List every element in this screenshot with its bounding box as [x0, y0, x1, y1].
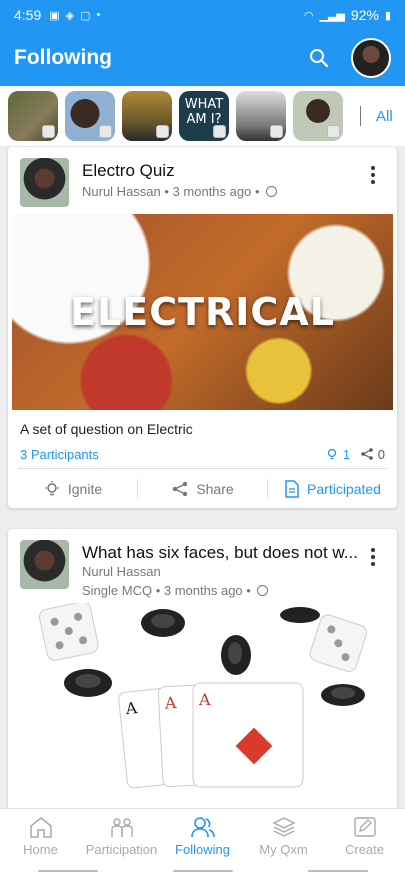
post-card[interactable]: Electro Quiz Nurul Hassan • 3 months ago…: [8, 147, 397, 508]
post-image-text: ELECTRICAL: [70, 290, 335, 334]
post-time: 3 months ago: [172, 184, 252, 199]
post-type: Single MCQ: [82, 583, 153, 598]
notification-icon: ◈: [65, 9, 75, 22]
profile-avatar[interactable]: [351, 38, 391, 78]
post-title[interactable]: What has six faces, but does not w...: [82, 543, 358, 563]
battery-icon: ▮: [384, 9, 391, 22]
story-thumbnail[interactable]: [236, 91, 286, 141]
search-button[interactable]: [305, 44, 333, 72]
checkbox-icon: [327, 125, 340, 138]
story-thumbnail[interactable]: [122, 91, 172, 141]
post-description: A set of question on Electric: [20, 421, 193, 437]
edit-icon: [353, 817, 376, 837]
nav-label: Following: [175, 842, 230, 857]
author-avatar[interactable]: [20, 158, 69, 207]
participated-label: Participated: [307, 480, 381, 497]
story-thumbnail[interactable]: [8, 91, 58, 141]
layers-icon: [271, 817, 296, 837]
svg-text:A: A: [198, 690, 211, 709]
globe-icon: [266, 186, 278, 197]
more-options-button[interactable]: [363, 163, 383, 187]
nav-label: My Qxm: [259, 842, 308, 857]
status-time: 4:59: [14, 7, 42, 23]
system-nav-bar: [0, 864, 405, 878]
divider: [360, 106, 361, 126]
ignite-label: Ignite: [67, 480, 103, 497]
share-label: Share: [196, 480, 234, 497]
story-thumbnail[interactable]: [65, 91, 115, 141]
nav-label: Create: [344, 842, 385, 857]
app-bar: Following: [0, 30, 405, 86]
wifi-icon: ◠: [303, 9, 314, 22]
post-meta: Nurul Hassan • 3 months ago •: [82, 184, 278, 199]
nav-label: Participation: [85, 842, 158, 857]
post-author[interactable]: Nurul Hassan: [82, 184, 161, 199]
bottom-nav: Home Participation Following My Qxm Crea…: [0, 808, 405, 864]
ignite-button[interactable]: Ignite: [8, 480, 137, 498]
more-options-button[interactable]: [363, 545, 383, 569]
gallery-icon: ▣: [49, 9, 60, 22]
signal-icon: ▁▃▅: [319, 9, 345, 22]
nav-following[interactable]: Following: [162, 809, 243, 864]
post-title[interactable]: Electro Quiz: [82, 161, 175, 181]
post-time: 3 months ago: [163, 583, 243, 598]
share-icon: [173, 481, 188, 496]
checkbox-icon: [42, 125, 55, 138]
svg-text:A: A: [124, 698, 139, 718]
post-actions: Ignite Share Participated: [8, 469, 397, 508]
story-text: WHAT AM I?: [184, 97, 224, 127]
app-notification-icon: ▢: [80, 9, 91, 22]
all-stories-link[interactable]: All: [376, 108, 393, 125]
share-count: 0: [377, 447, 385, 462]
page-title: Following: [14, 46, 112, 69]
checkbox-icon: [270, 125, 283, 138]
battery-percent: 92%: [350, 7, 379, 23]
checkbox-icon: [213, 125, 226, 138]
post-image[interactable]: A A A: [8, 601, 397, 819]
checkbox-icon: [99, 125, 112, 138]
participants-link[interactable]: 3 Participants: [20, 447, 99, 462]
dice-cards-illustration: A A A: [38, 601, 368, 789]
bulb-icon: [44, 480, 59, 495]
document-icon: [285, 479, 299, 498]
post-header: Electro Quiz Nurul Hassan • 3 months ago…: [8, 147, 397, 213]
nav-create[interactable]: Create: [324, 809, 405, 864]
nav-label: Home: [23, 842, 58, 857]
participated-button[interactable]: Participated: [268, 479, 397, 498]
following-icon: [190, 817, 215, 838]
share-button[interactable]: Share: [138, 480, 267, 498]
nav-my-qxm[interactable]: My Qxm: [243, 809, 324, 864]
ignite-count: 1: [342, 447, 351, 462]
post-card[interactable]: What has six faces, but does not w... Nu…: [8, 529, 397, 819]
post-meta: Single MCQ • 3 months ago •: [82, 583, 269, 598]
checkbox-icon: [156, 125, 169, 138]
participation-icon: [110, 818, 133, 837]
post-author[interactable]: Nurul Hassan: [82, 564, 161, 579]
search-icon: [310, 49, 329, 68]
home-icon: [29, 817, 52, 838]
svg-text:A: A: [163, 693, 177, 713]
dot-icon: •: [96, 9, 101, 21]
bulb-icon: [328, 448, 337, 460]
story-thumbnail[interactable]: WHAT AM I?: [179, 91, 229, 141]
share-icon: [361, 448, 373, 460]
post-image[interactable]: ELECTRICAL: [12, 214, 393, 410]
post-stats: 1 0: [325, 447, 385, 462]
story-thumbnail[interactable]: [293, 91, 343, 141]
globe-icon: [257, 585, 269, 596]
post-header: What has six faces, but does not w... Nu…: [8, 529, 397, 598]
nav-participation[interactable]: Participation: [81, 809, 162, 864]
following-stories: WHAT AM I? All: [0, 86, 405, 146]
status-bar: 4:59 ▣ ◈ ▢ • ◠ ▁▃▅ 92% ▮: [0, 0, 405, 30]
author-avatar[interactable]: [20, 540, 69, 589]
nav-home[interactable]: Home: [0, 809, 81, 864]
